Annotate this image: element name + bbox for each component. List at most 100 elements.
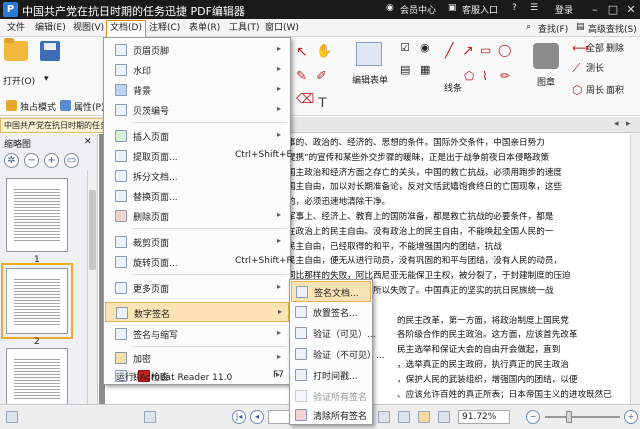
service-link[interactable]: 客服入口 xyxy=(462,3,498,16)
place-signature-item[interactable]: 放置签名... xyxy=(291,302,371,323)
doc-menu-crop-page[interactable]: 裁剪页面 ▸ xyxy=(105,232,289,252)
open-button-label[interactable]: 打开(O) xyxy=(3,74,35,87)
measure-label-1[interactable]: 全部 xyxy=(586,41,604,54)
doc-menu-bates[interactable]: 贝茨编号 ▸ xyxy=(105,100,289,120)
draw-tool-icon[interactable]: ✎ xyxy=(296,69,307,84)
advanced-find-icon[interactable]: ▤ xyxy=(576,22,585,32)
doc-menu-watermark[interactable]: 水印 ▸ xyxy=(105,60,289,80)
measure-length-icon[interactable]: ⟋ xyxy=(572,61,580,76)
form-combo-icon[interactable]: ▦ xyxy=(420,63,430,76)
doc-menu-replace-page[interactable]: 替换页面... xyxy=(105,186,289,206)
zoom-slider-handle[interactable] xyxy=(566,411,572,423)
doc-menu-digital-signature[interactable]: 数字签名 ▸ xyxy=(105,302,289,322)
doc-menu-delete-page[interactable]: 删除页面 ▸ xyxy=(105,206,289,226)
form-radio-icon[interactable]: ◉ xyxy=(420,41,430,54)
zoom-out-thumb-icon[interactable]: − xyxy=(24,153,39,168)
menu-view[interactable]: 视图(V) xyxy=(70,21,107,35)
doc-menu-extract-page[interactable]: 提取页面... Ctrl+Shift+E xyxy=(105,146,292,166)
fit-page-icon[interactable] xyxy=(378,411,390,423)
menu-form[interactable]: 表单(R) xyxy=(186,21,223,35)
text-tool-icon[interactable]: Ｔ xyxy=(316,92,329,111)
options-icon[interactable] xyxy=(144,411,156,423)
doc-menu-sign-initials[interactable]: 签名与缩写 ▸ xyxy=(105,324,289,344)
zoom-in-thumb-icon[interactable]: + xyxy=(44,153,59,168)
thumbnail-options-icon[interactable]: ✲ xyxy=(4,153,19,168)
page-thumbnail-2[interactable] xyxy=(1,263,73,339)
stamp-button[interactable]: 图章 xyxy=(537,75,555,88)
sign-document-item[interactable]: 签名文档... xyxy=(291,281,371,302)
doc-menu-rotate-page[interactable]: 旋转页面... Ctrl+Shift+R xyxy=(105,252,293,272)
user-icon[interactable]: ◉ xyxy=(386,3,394,13)
eraser-icon[interactable]: ⌫ xyxy=(296,92,314,107)
document-tab[interactable]: 中国共产党在抗日时期的任务 xyxy=(0,118,104,133)
form-textfield-icon[interactable]: ☑ xyxy=(400,41,410,54)
menu-document[interactable]: 文档(D) xyxy=(106,20,146,37)
doc-menu-split-document[interactable]: 拆分文档... xyxy=(105,166,289,186)
advanced-find-button[interactable]: 高级查找(S) xyxy=(588,22,637,35)
form-list-icon[interactable]: ▤ xyxy=(400,63,410,76)
menu-file[interactable]: 文件 xyxy=(4,21,28,35)
page-thumbnail-3[interactable] xyxy=(6,348,68,408)
edit-form-icon[interactable] xyxy=(356,42,382,66)
properties-button[interactable]: 属性(P) xyxy=(74,100,104,113)
member-center-link[interactable]: 会员中心 xyxy=(400,3,436,16)
ellipse-tool-icon[interactable]: ◯ xyxy=(498,43,511,57)
pan-icon[interactable]: ✋ xyxy=(316,44,332,59)
first-page-button[interactable]: |◂ xyxy=(232,410,246,424)
page-thumbnail-1[interactable] xyxy=(6,178,68,252)
verify-visible-item[interactable]: 验证（可见）... xyxy=(291,323,376,344)
line-tool-icon[interactable]: ╱ xyxy=(445,43,453,59)
help-icon[interactable]: ? xyxy=(512,3,517,13)
zoom-out-button[interactable]: − xyxy=(526,410,540,424)
menu-window[interactable]: 窗口(W) xyxy=(262,21,302,35)
clear-all-signatures-item[interactable]: 清除所有签名 xyxy=(291,405,371,426)
minimize-button[interactable]: – xyxy=(586,0,604,19)
continuous-page-icon[interactable] xyxy=(438,411,450,423)
pencil-tool-icon[interactable]: ✏ xyxy=(500,69,510,83)
open-folder-icon[interactable] xyxy=(4,38,28,61)
stamp-icon[interactable] xyxy=(533,43,559,69)
ribbon-dropdown-icon[interactable]: ▾ xyxy=(44,74,49,84)
zoom-in-button[interactable]: + xyxy=(624,410,638,424)
maximize-button[interactable]: □ xyxy=(604,0,622,19)
tab-scroll-left-icon[interactable]: ◂ xyxy=(614,119,619,129)
service-icon[interactable]: ▣ xyxy=(448,3,457,13)
measure-perimeter-icon[interactable]: ⬡ xyxy=(572,83,582,97)
find-button[interactable]: 查找(F) xyxy=(538,22,568,35)
rect-tool-icon[interactable]: ▭ xyxy=(480,43,491,57)
edit-form-button[interactable]: 编辑表单 xyxy=(352,73,388,86)
doc-menu-background[interactable]: 背景 ▸ xyxy=(105,80,289,100)
zoom-level-input[interactable]: 91.72% xyxy=(458,410,510,424)
doc-menu-encrypt[interactable]: 加密 ▸ xyxy=(105,348,289,368)
single-page-icon[interactable] xyxy=(418,411,430,423)
verify-all-signatures-item[interactable]: 验证所有签名 xyxy=(291,386,371,407)
doc-menu-header-footer[interactable]: 页眉页脚 ▸ xyxy=(105,40,289,60)
menu-edit[interactable]: 编辑(E) xyxy=(32,21,69,35)
measure-label-5[interactable]: 面积 xyxy=(606,83,624,96)
measure-label-3[interactable]: 周长 xyxy=(586,83,604,96)
previous-page-button[interactable]: ◂ xyxy=(250,410,264,424)
menu-comment[interactable]: 注释(C) xyxy=(146,21,183,35)
line-tool-label[interactable]: 线条 xyxy=(444,81,462,94)
select-arrow-icon[interactable]: ↖ xyxy=(296,44,308,60)
doc-menu-insert-page[interactable]: 插入页面 ▸ xyxy=(105,126,289,146)
menu-label[interactable]: 登录 xyxy=(555,3,573,16)
timestamp-item[interactable]: 打时间戳... xyxy=(291,365,371,386)
tab-scroll-right-icon[interactable]: ▸ xyxy=(626,119,631,129)
verify-invisible-item[interactable]: 验证（不可见）... xyxy=(291,344,385,365)
doc-menu-more-pages[interactable]: 更多页面 ▸ xyxy=(105,278,289,298)
exclusive-mode-button[interactable]: 独占模式 xyxy=(20,100,56,113)
menu-tools[interactable]: 工具(T) xyxy=(226,21,263,35)
close-button[interactable]: ✕ xyxy=(622,0,640,19)
insert-page-thumb-icon[interactable]: ▭ xyxy=(64,153,79,168)
save-icon[interactable] xyxy=(40,41,60,61)
polyline-tool-icon[interactable]: ⌇ xyxy=(482,69,488,83)
fit-width-icon[interactable] xyxy=(398,411,410,423)
document-scrollbar[interactable] xyxy=(630,134,640,404)
arrow-tool-icon[interactable]: ↗ xyxy=(462,43,474,59)
polygon-tool-icon[interactable]: ⬠ xyxy=(464,69,474,83)
doc-menu-run-acrobat[interactable]: 运行: Acrobat Reader 11.0 ▸ xyxy=(104,366,288,386)
thumbnail-scrollbar[interactable] xyxy=(87,170,97,410)
measure-label-4[interactable]: 删除 xyxy=(606,41,624,54)
skin-icon[interactable]: ☰ xyxy=(530,3,538,13)
